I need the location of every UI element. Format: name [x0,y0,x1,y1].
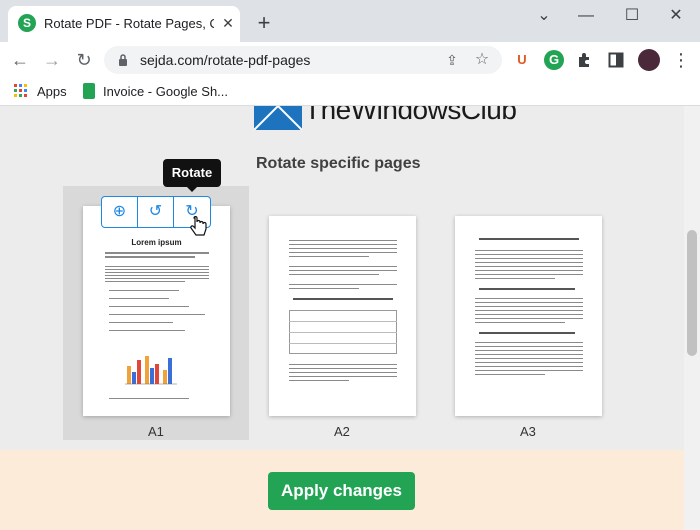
scrollbar-thumb[interactable] [687,230,697,356]
kebab-menu-icon[interactable]: ⋮ [672,48,690,72]
page-thumbnail-a2[interactable] [269,216,416,416]
bookmark-apps[interactable]: Apps [37,84,67,99]
page-label-a2: A2 [334,424,350,439]
tab-search-icon[interactable]: ⌄ [524,6,564,26]
new-tab-button[interactable]: + [252,12,276,36]
zoom-in-icon[interactable]: ⊕ [102,197,138,227]
minimize-button[interactable]: — [566,6,606,26]
watermark-text: TheWindowsClub [304,106,517,125]
google-sheets-icon [83,83,95,99]
hand-cursor-icon [190,216,207,236]
apps-grid-icon[interactable] [14,84,28,98]
section-title: Rotate specific pages [256,155,421,172]
share-icon[interactable]: ⇪ [442,50,462,70]
url-text[interactable]: sejda.com/rotate-pdf-pages [140,52,310,68]
grammarly-extension-icon[interactable]: G [544,50,564,70]
page-thumbnail-a3[interactable] [455,216,602,416]
profile-avatar[interactable] [638,49,660,71]
page-scrollbar[interactable] [684,106,700,530]
back-icon[interactable]: ← [8,48,32,72]
apply-changes-button[interactable]: Apply changes [268,472,415,510]
bookmark-invoice[interactable]: Invoice - Google Sh... [103,84,228,99]
rotate-tooltip: Rotate [163,159,221,187]
bookmarks-bar: Apps Invoice - Google Sh... [0,78,700,106]
thumbnail-bar-chart [125,356,177,385]
sidebar-icon[interactable] [608,52,624,68]
sejda-favicon-icon: S [18,14,36,32]
puzzle-icon[interactable] [576,52,592,68]
rotate-left-icon[interactable]: ↺ [138,197,174,227]
address-bar[interactable]: sejda.com/rotate-pdf-pages ⇪ ☆ [104,46,502,74]
star-icon[interactable]: ☆ [472,50,492,70]
forward-icon[interactable]: → [40,48,64,72]
ublock-extension-icon[interactable]: U [512,50,532,70]
windows-club-logo-icon [254,106,302,130]
browser-toolbar: ← → ↻ sejda.com/rotate-pdf-pages ⇪ ☆ U G… [0,42,700,78]
close-button[interactable]: ✕ [656,6,696,26]
tooltip-arrow [186,186,198,192]
page-content: TheWindowsClub Rotate specific pages Lor… [0,106,684,530]
tab-title: Rotate PDF - Rotate Pages, Onlin [44,16,214,31]
page-label-a1: A1 [148,424,164,439]
browser-tab[interactable]: S Rotate PDF - Rotate Pages, Onlin ✕ [8,6,240,42]
tab-close-icon[interactable]: ✕ [218,13,238,33]
browser-titlebar: S Rotate PDF - Rotate Pages, Onlin ✕ + ⌄… [0,0,700,42]
reload-icon[interactable]: ↻ [72,48,96,72]
lock-icon [119,54,127,66]
page-label-a3: A3 [520,424,536,439]
maximize-button[interactable]: ☐ [612,6,652,26]
